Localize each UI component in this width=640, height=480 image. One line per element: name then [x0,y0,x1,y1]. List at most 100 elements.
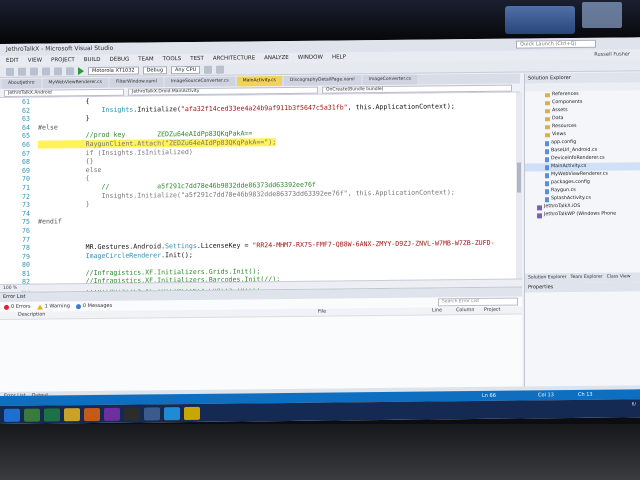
tab-class-view[interactable]: Class View [607,272,631,282]
document-tab[interactable]: MainActivity.cs [236,76,282,87]
file-icon [545,156,549,162]
project-icon [537,212,542,218]
toolbar-icon[interactable] [216,65,225,74]
project-dropdown[interactable]: JethroTalkX.Android [4,88,124,97]
unity-icon[interactable] [124,407,140,421]
menu-help[interactable]: HELP [332,52,346,62]
code-token: Settings [165,242,197,251]
menu-debug[interactable]: DEBUG [110,55,130,65]
folder-icon [545,109,550,114]
file-explorer-icon[interactable] [24,408,40,422]
code-token: { [38,97,90,106]
line-number: 74 [22,209,30,218]
code-token: .Initialize( [133,104,181,114]
document-tab[interactable]: ImageConverter.cs [362,74,418,86]
folder-icon [545,101,550,106]
properties-panel: Properties [524,282,640,397]
solution-tree-item-label: JethroTalkWP (Windows Phone [544,211,617,218]
file-icon [545,140,549,146]
forward-icon[interactable] [18,67,26,76]
code-token: else [38,165,102,175]
xamarin-studio-icon[interactable] [184,406,200,420]
line-number: 68 [22,157,30,166]
solution-tree-item-label: packages.config [551,179,590,186]
redo-icon[interactable] [66,66,74,75]
toolbar-icon[interactable] [204,65,213,74]
line-number: 62 [22,106,30,115]
menu-analyze[interactable]: ANALYZE [264,53,289,63]
solution-tree-item-label: app.config [551,139,577,146]
code-token: , this.ApplicationContext); [347,101,455,111]
scrollbar-thumb[interactable] [517,162,521,193]
menu-build[interactable]: BUILD [84,55,101,65]
document-tab[interactable]: FilterWindow.xaml [109,77,163,88]
menu-edit[interactable]: EDIT [6,56,19,66]
solution-explorer: Solution Explorer References Components As… [524,72,640,284]
member-dropdown[interactable]: OnCreate(Bundle bundle) [322,84,512,94]
code-editor[interactable]: 61 {62 Insights.Initialize("afa32f14ced3… [0,92,516,312]
folder-icon [545,117,550,122]
line-number: 71 [22,183,30,192]
code-token: #else [38,123,58,132]
menu-window[interactable]: WINDOW [298,53,323,63]
clock[interactable]: 6/ [632,401,636,408]
warnings-filter[interactable]: 1 Warning [36,303,70,310]
menu-test[interactable]: TEST [190,54,204,64]
platform-select[interactable]: Any CPU [171,65,201,74]
line-number: 70 [22,175,30,184]
editor-scrollbar[interactable] [516,92,522,279]
solution-tree-item-label: Resources [552,123,577,130]
start-debug-icon[interactable] [78,66,84,75]
line-number: 77 [22,235,30,244]
errors-filter[interactable]: 0 Errors [4,304,31,310]
user-name[interactable]: Russell Fusher [594,50,630,59]
window-title: JethroTalkX - Microsoft Visual Studio [6,44,114,53]
photos-icon[interactable] [64,407,80,421]
new-project-icon[interactable] [30,67,38,76]
warnings-count: 1 Warning [44,303,70,310]
solution-tree-item-label: Components [552,99,583,106]
solution-tree-item[interactable]: JethroTalkWP (Windows Phone [525,210,640,219]
solution-tree-item-label: DeviceInfoRenderer.cs [551,155,605,162]
status-line: Ln 66 [482,392,496,399]
save-icon[interactable] [42,66,50,76]
class-dropdown[interactable]: JethroTalkX.Droid.MainActivity [128,86,318,96]
windows-start-icon[interactable] [4,408,20,422]
document-tab[interactable]: MyWebViewRenderer.cs [42,77,108,89]
media-icon[interactable] [84,407,100,421]
device-select[interactable]: Motorola XT1032 [88,66,139,75]
menu-team[interactable]: TEAM [138,54,153,64]
project-column-header[interactable]: Project [484,307,500,315]
messages-filter[interactable]: 0 Messages [75,303,112,309]
screen-glare [582,2,622,28]
undo-icon[interactable] [54,66,62,75]
menu-project[interactable]: PROJECT [51,55,75,65]
configuration-select[interactable]: Debug [142,65,168,75]
document-tab[interactable]: AboutJethro [2,78,41,89]
quick-launch-input[interactable]: Quick Launch (Ctrl+Q) [516,39,596,49]
tool-icon[interactable] [144,406,160,420]
menu-tools[interactable]: TOOLS [163,54,182,64]
status-char: Ch 13 [578,391,593,398]
error-list-search[interactable]: Search Error List [438,297,518,307]
line-number: 64 [22,123,30,132]
visual-studio-icon[interactable] [104,407,120,421]
solution-tree-item-label: Data [552,116,564,122]
code-token: } [38,114,90,123]
file-icon [545,172,549,178]
menu-view[interactable]: VIEW [28,56,42,66]
column-column-header[interactable]: Column [456,307,474,315]
code-text: #else [38,123,58,132]
file-column-header[interactable]: File [318,309,326,317]
description-column-header[interactable]: Description [18,312,45,320]
tab-team-explorer[interactable]: Team Explorer [571,273,603,283]
back-icon[interactable] [6,67,14,76]
line-column-header[interactable]: Line [432,307,442,315]
line-number: 76 [22,226,30,235]
menu-architecture[interactable]: ARCHITECTURE [213,53,255,63]
internet-explorer-icon[interactable] [164,406,180,420]
line-number: 79 [22,252,30,261]
excel-icon[interactable] [44,407,60,422]
tab-solution-explorer[interactable]: Solution Explorer [528,273,567,283]
line-number: 63 [22,114,30,123]
